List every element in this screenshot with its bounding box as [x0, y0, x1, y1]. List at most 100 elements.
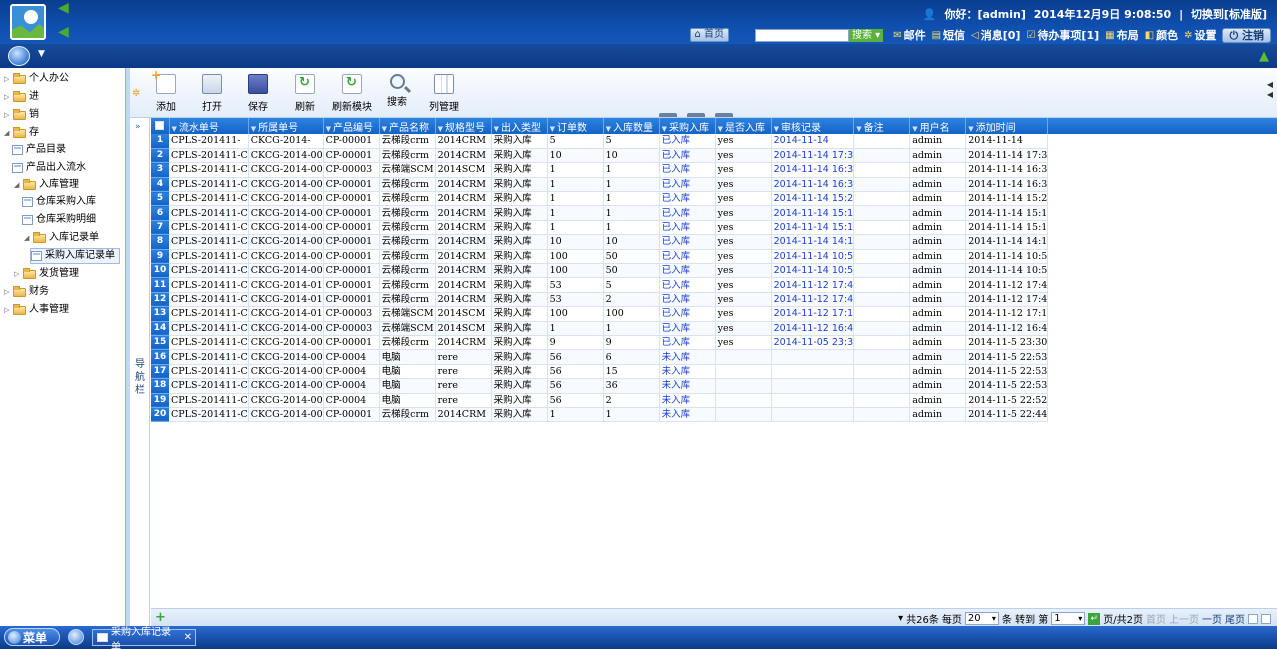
table-row[interactable]: 4 CPLS-201411-C CKCG-2014-00 CP-00001 云梯段crm… — [151, 177, 1049, 193]
home-button[interactable]: ⌂ 首页 — [690, 28, 729, 42]
collapse-icon[interactable]: ◢ — [4, 125, 10, 141]
table-cell[interactable]: 2014-11-14 16:3 — [771, 177, 855, 193]
task-tab-purchase-in-records[interactable]: 采购入库记录单 ✕ — [92, 627, 196, 649]
table-row[interactable]: 9 CPLS-201411-C CKCG-2014-00 CP-00001 云梯段crm… — [151, 249, 1049, 265]
refresh-button[interactable]: 刷新 — [295, 74, 315, 113]
table-cell[interactable]: 已入库 — [659, 263, 716, 279]
tree-node-warehouse-purchase-in[interactable]: 仓库采购入库 — [22, 194, 96, 210]
expand-icon[interactable]: ▷ — [4, 284, 10, 300]
column-header[interactable]: ▼ 规格型号 — [435, 118, 492, 134]
close-icon[interactable]: ✕ — [184, 632, 192, 643]
tree-node-stock-in-records[interactable]: ◢ 入库记录单 — [24, 230, 99, 246]
table-cell[interactable]: 2014-11-14 10:5 — [771, 249, 855, 265]
collapse-icon[interactable]: ◢ — [24, 230, 30, 246]
first-page-link[interactable]: 首页 — [1146, 611, 1166, 626]
sms-link[interactable]: ▤ 短信 — [932, 27, 965, 43]
messages-link[interactable]: ◁ 消息[0] — [971, 27, 1020, 43]
table-cell[interactable]: 2014-11-12 17:1 — [771, 306, 855, 322]
table-row[interactable]: 5 CPLS-201411-C CKCG-2014-00 CP-00001 云梯段crm… — [151, 191, 1049, 207]
refresh-module-button[interactable]: 刷新模块 — [332, 74, 372, 113]
column-header[interactable]: ▼ 流水单号 — [169, 118, 249, 134]
tree-node-purchase-in-records[interactable]: 采购入库记录单 — [30, 248, 120, 264]
table-cell[interactable]: 已入库 — [659, 220, 716, 236]
save-button[interactable]: 保存 — [248, 74, 268, 113]
column-header[interactable]: ▼ 出入类型 — [491, 118, 548, 134]
table-cell[interactable]: 已入库 — [659, 177, 716, 193]
collapse-icon[interactable]: ◢ — [14, 177, 20, 193]
tree-node-inventory[interactable]: ◢ 存 — [4, 125, 39, 141]
table-cell[interactable]: 2014-11-14 16:3 — [771, 162, 855, 178]
mail-link[interactable]: ✉ 邮件 — [893, 27, 925, 43]
expand-icon[interactable]: ▷ — [4, 107, 10, 123]
column-header[interactable]: ▼ 产品名称 — [379, 118, 436, 134]
column-header[interactable]: ▼ 所属单号 — [248, 118, 324, 134]
column-header[interactable]: ▼ 用户名 — [909, 118, 967, 134]
layout-link[interactable]: ▦ 布局 — [1105, 27, 1138, 43]
nav-collapse-strip[interactable]: » 导航栏 — [130, 118, 150, 626]
table-cell[interactable]: 2014-11-14 17:3 — [771, 148, 855, 164]
table-cell[interactable]: 未入库 — [659, 407, 716, 423]
page-number-select[interactable]: 1 — [1051, 612, 1086, 625]
table-cell[interactable] — [771, 378, 855, 394]
double-chevron-right-icon[interactable]: » — [135, 122, 141, 132]
open-button[interactable]: 打开 — [202, 74, 222, 113]
go-page-button[interactable]: ↵ — [1088, 612, 1101, 625]
main-menu-button[interactable]: 菜单 — [4, 628, 60, 646]
expand-icon[interactable]: ▷ — [14, 266, 20, 282]
column-manage-button[interactable]: 列管理 — [429, 74, 459, 113]
table-cell[interactable]: 2014-11-05 23:3 — [771, 335, 855, 351]
column-header[interactable]: ▼ 入库数量 — [603, 118, 660, 134]
table-row[interactable]: 17 CPLS-201411-C CKCG-2014-00 CP-0004 电脑 rere… — [151, 364, 1049, 380]
expand-icon[interactable]: ▷ — [4, 302, 10, 318]
table-cell[interactable] — [771, 393, 855, 408]
table-row[interactable]: 1 CPLS-201411- CKCG-2014- CP-00001 云梯段crm 201… — [151, 134, 1049, 149]
table-row[interactable]: 15 CPLS-201411-C CKCG-2014-00 CP-00001 云梯段cr… — [151, 335, 1049, 351]
toolbar-collapse-tabs[interactable] — [659, 113, 733, 117]
table-row[interactable]: 10 CPLS-201411-C CKCG-2014-00 CP-00001 云梯段cr… — [151, 263, 1049, 279]
table-cell[interactable]: 已入库 — [659, 162, 716, 178]
table-cell[interactable]: 已入库 — [659, 234, 716, 250]
start-orb-icon[interactable] — [8, 46, 30, 66]
table-cell[interactable]: 2014-11-14 — [771, 134, 855, 149]
tree-node-stock-in-management[interactable]: ◢ 入库管理 — [14, 177, 79, 193]
table-cell[interactable]: 2014-11-14 15:2 — [771, 191, 855, 207]
column-header[interactable]: ▼ 备注 — [853, 118, 911, 134]
table-cell[interactable]: 已入库 — [659, 321, 716, 336]
table-cell[interactable]: 已入库 — [659, 335, 716, 351]
tree-node-hr-management[interactable]: ▷ 人事管理 — [4, 302, 69, 318]
tree-node-purchase[interactable]: ▷ 进 — [4, 89, 39, 105]
table-cell[interactable]: 已入库 — [659, 306, 716, 322]
table-row[interactable]: 19 CPLS-201411-C CKCG-2014-00 CP-0004 电脑 rere… — [151, 393, 1049, 408]
table-cell[interactable]: 2014-11-12 17:4 — [771, 292, 855, 308]
prev-page-link[interactable]: 上一页 — [1169, 611, 1199, 626]
table-cell[interactable]: 已入库 — [659, 148, 716, 164]
logout-button[interactable]: ⏻ 注销 — [1222, 27, 1271, 43]
table-cell[interactable]: 未入库 — [659, 393, 716, 408]
table-cell[interactable]: 已入库 — [659, 249, 716, 265]
color-link[interactable]: ◧ 颜色 — [1145, 27, 1178, 43]
toolbar-scroll-arrows[interactable]: ◀ ◀ — [1267, 80, 1273, 100]
chevron-down-icon[interactable]: ▼ — [38, 49, 45, 59]
table-row[interactable]: 12 CPLS-201411-C CKCG-2014-01 CP-00001 云梯段cr… — [151, 292, 1049, 308]
table-row[interactable]: 2 CPLS-201411-C CKCG-2014-00 CP-00001 云梯段crm… — [151, 148, 1049, 164]
table-cell[interactable]: 2014-11-14 10:5 — [771, 263, 855, 279]
table-cell[interactable]: 2014-11-14 15:1 — [771, 205, 855, 221]
back-arrow-icon[interactable]: ◀ — [58, 1, 74, 15]
select-all-checkbox[interactable] — [151, 118, 170, 134]
table-cell[interactable]: 已入库 — [659, 205, 716, 221]
table-row[interactable]: 8 CPLS-201411-C CKCG-2014-00 CP-00001 云梯段crm… — [151, 234, 1049, 250]
column-header[interactable]: ▼ 采购入库 — [659, 118, 716, 134]
table-cell[interactable]: 2014-11-12 16:4 — [771, 321, 855, 336]
table-cell[interactable]: 2014-11-12 17:4 — [771, 277, 855, 293]
todo-link[interactable]: ☑ 待办事项[1] — [1026, 27, 1099, 43]
tree-node-product-catalog[interactable]: 产品目录 — [12, 142, 66, 158]
tree-node-shipping-management[interactable]: ▷ 发货管理 — [14, 266, 79, 282]
table-row[interactable]: 14 CPLS-201411-C CKCG-2014-00 CP-00003 云梯端SC… — [151, 321, 1049, 336]
expand-icon[interactable]: ▷ — [4, 71, 10, 87]
table-cell[interactable]: 2014-11-14 15:1 — [771, 220, 855, 236]
tree-node-warehouse-purchase-detail[interactable]: 仓库采购明细 — [22, 212, 96, 228]
table-row[interactable]: 20 CPLS-201411-C CKCG-2014-00 CP-00001 云梯段cr… — [151, 407, 1049, 423]
column-header[interactable]: ▼ 添加时间 — [965, 118, 1049, 134]
table-row[interactable]: 18 CPLS-201411-C CKCG-2014-00 CP-0004 电脑 rere… — [151, 378, 1049, 394]
table-row[interactable]: 13 CPLS-201411-C CKCG-2014-01 CP-00003 云梯端SC… — [151, 306, 1049, 322]
